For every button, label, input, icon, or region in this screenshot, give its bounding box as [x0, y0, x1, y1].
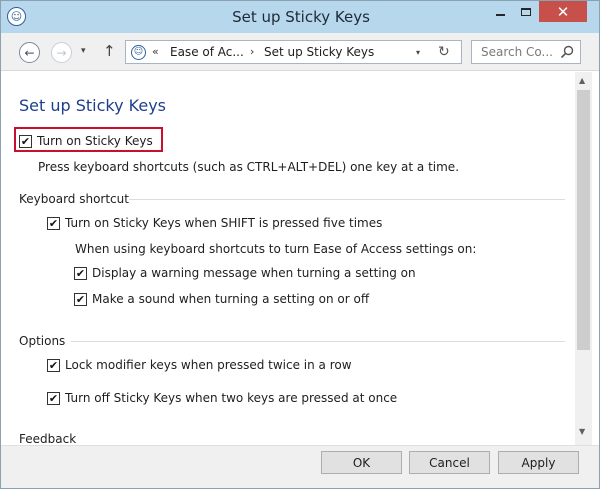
page-title: Set up Sticky Keys — [19, 96, 167, 115]
window-title: Set up Sticky Keys — [232, 8, 370, 26]
settings-content: Set up Sticky Keys ✔ Turn on Sticky Keys… — [1, 72, 575, 445]
warning-message-checkbox[interactable]: ✔ — [74, 266, 87, 280]
control-panel-icon: ☺ — [131, 45, 146, 60]
search-icon[interactable] — [560, 45, 574, 59]
recent-locations-button[interactable]: ▾ — [81, 46, 86, 56]
lock-modifier-keys-label[interactable]: Lock modifier keys when pressed twice in… — [65, 358, 352, 372]
dialog-footer: OK Cancel Apply — [1, 445, 599, 488]
turn-off-two-keys-checkbox[interactable]: ✔ — [47, 391, 60, 405]
ease-of-access-icon: ☺ — [7, 7, 26, 26]
make-sound-checkbox[interactable]: ✔ — [74, 292, 87, 306]
apply-button[interactable]: Apply — [498, 451, 579, 474]
close-button[interactable]: ✕ — [539, 1, 587, 22]
ok-button[interactable]: OK — [321, 451, 402, 474]
turn-off-two-keys-label[interactable]: Turn off Sticky Keys when two keys are p… — [65, 391, 397, 405]
feedback-heading: Feedback — [19, 432, 77, 445]
address-bar[interactable]: ☺ « Ease of Ac... › Set up Sticky Keys ▾ — [125, 40, 462, 64]
search-input[interactable]: Search Co... — [481, 45, 553, 59]
back-button[interactable]: ← — [19, 42, 40, 63]
minimize-icon — [495, 14, 505, 16]
minimize-button[interactable] — [487, 1, 513, 22]
turn-on-sticky-keys-checkbox[interactable]: ✔ — [19, 134, 32, 148]
forward-button[interactable]: → — [51, 42, 72, 63]
breadcrumb-separator: › — [250, 45, 255, 58]
shortcut-note: When using keyboard shortcuts to turn Ea… — [75, 242, 477, 256]
lock-modifier-keys-checkbox[interactable]: ✔ — [47, 358, 60, 372]
warning-message-label[interactable]: Display a warning message when turning a… — [92, 266, 416, 280]
scroll-down-icon[interactable]: ▼ — [579, 427, 585, 436]
section-divider — [129, 199, 565, 200]
maximize-button[interactable] — [513, 1, 539, 22]
section-divider — [71, 341, 565, 342]
scroll-up-icon[interactable]: ▲ — [579, 76, 585, 85]
shift-five-times-checkbox[interactable]: ✔ — [47, 216, 60, 230]
turn-off-two-keys-option[interactable]: ✔ Turn off Sticky Keys when two keys are… — [47, 391, 397, 405]
turn-on-sticky-keys-option[interactable]: ✔ Turn on Sticky Keys — [19, 134, 153, 148]
navigation-bar: ← → ▾ ↑ ☺ « Ease of Ac... › Set up Stick… — [1, 33, 599, 71]
sticky-keys-description: Press keyboard shortcuts (such as CTRL+A… — [38, 160, 460, 174]
title-bar[interactable]: ☺ Set up Sticky Keys ✕ — [1, 1, 599, 33]
breadcrumb-current[interactable]: Set up Sticky Keys — [264, 45, 374, 59]
breadcrumb-ease-of-access[interactable]: Ease of Ac... — [170, 45, 244, 59]
shift-five-times-label[interactable]: Turn on Sticky Keys when SHIFT is presse… — [65, 216, 382, 230]
up-button[interactable]: ↑ — [103, 42, 116, 60]
vertical-scrollbar[interactable]: ▲ ▼ — [575, 72, 592, 445]
make-sound-label[interactable]: Make a sound when turning a setting on o… — [92, 292, 369, 306]
scroll-thumb[interactable] — [577, 90, 590, 350]
refresh-button[interactable]: ↻ — [438, 44, 450, 60]
maximize-icon — [521, 7, 531, 16]
address-dropdown-button[interactable]: ▾ — [416, 48, 420, 57]
breadcrumb-overflow[interactable]: « — [152, 45, 159, 58]
shift-five-times-option[interactable]: ✔ Turn on Sticky Keys when SHIFT is pres… — [47, 216, 382, 230]
cancel-button[interactable]: Cancel — [409, 451, 490, 474]
make-sound-option[interactable]: ✔ Make a sound when turning a setting on… — [74, 292, 369, 306]
search-box[interactable]: Search Co... — [471, 40, 581, 64]
sticky-keys-window: ☺ Set up Sticky Keys ✕ ← → ▾ ↑ ☺ « Ease … — [0, 0, 600, 489]
warning-message-option[interactable]: ✔ Display a warning message when turning… — [74, 266, 416, 280]
lock-modifier-keys-option[interactable]: ✔ Lock modifier keys when pressed twice … — [47, 358, 352, 372]
turn-on-sticky-keys-label[interactable]: Turn on Sticky Keys — [37, 134, 153, 148]
options-heading: Options — [19, 334, 66, 348]
keyboard-shortcut-heading: Keyboard shortcut — [19, 192, 129, 206]
